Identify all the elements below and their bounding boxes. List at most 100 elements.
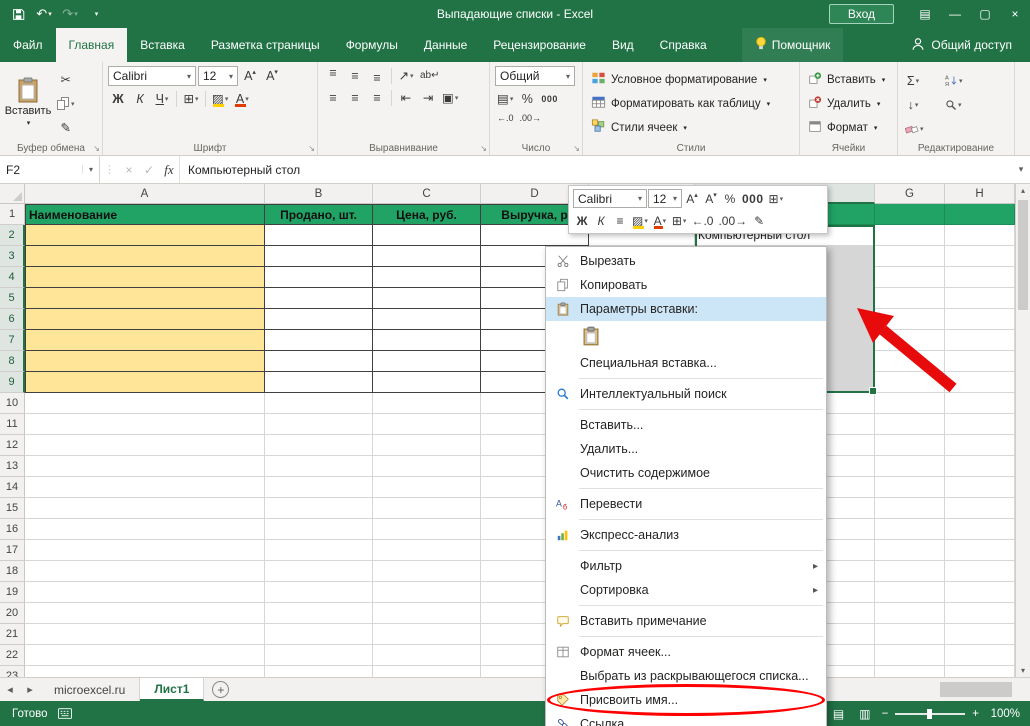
column-header-C[interactable]: C bbox=[373, 184, 481, 204]
increase-font-size-icon[interactable]: А▴ bbox=[240, 67, 260, 86]
formula-input[interactable]: Компьютерный стол bbox=[179, 156, 1012, 183]
cell-A4[interactable] bbox=[25, 267, 265, 288]
tab-view[interactable]: Вид bbox=[599, 28, 647, 62]
tab-assistant[interactable]: Помощник bbox=[742, 28, 844, 62]
cell-H6[interactable] bbox=[945, 309, 1015, 330]
cell-H22[interactable] bbox=[945, 645, 1015, 666]
cell-G4[interactable] bbox=[875, 267, 945, 288]
share-button[interactable]: Общий доступ bbox=[893, 28, 1030, 62]
number-format-select[interactable]: Общий▾ bbox=[495, 66, 575, 86]
sheet-nav-next-icon[interactable]: ▸ bbox=[20, 678, 40, 701]
cell-H16[interactable] bbox=[945, 519, 1015, 540]
cell-G1[interactable] bbox=[875, 204, 945, 225]
cell-B7[interactable] bbox=[265, 330, 373, 351]
cell-C7[interactable] bbox=[373, 330, 481, 351]
mini-bold-button[interactable]: Ж bbox=[573, 212, 591, 230]
cell-B6[interactable] bbox=[265, 309, 373, 330]
cell-G16[interactable] bbox=[875, 519, 945, 540]
cell-C6[interactable] bbox=[373, 309, 481, 330]
alignment-dialog-launcher-icon[interactable]: ↘ bbox=[480, 144, 487, 153]
cell-A15[interactable] bbox=[25, 498, 265, 519]
tab-formulas[interactable]: Формулы bbox=[333, 28, 411, 62]
cell-B21[interactable] bbox=[265, 624, 373, 645]
cell-G21[interactable] bbox=[875, 624, 945, 645]
view-page-break-icon[interactable]: ▥ bbox=[855, 705, 874, 723]
cell-C1[interactable]: Цена, руб. bbox=[373, 204, 481, 225]
cell-A6[interactable] bbox=[25, 309, 265, 330]
column-header-B[interactable]: B bbox=[265, 184, 373, 204]
mini-percent-style-icon[interactable]: % bbox=[721, 190, 739, 208]
row-header-2[interactable]: 2 bbox=[0, 225, 25, 246]
row-header-14[interactable]: 14 bbox=[0, 477, 25, 498]
cell-C9[interactable] bbox=[373, 372, 481, 393]
column-header-A[interactable]: A bbox=[25, 184, 265, 204]
zoom-level[interactable]: 100% bbox=[986, 708, 1020, 720]
cell-B5[interactable] bbox=[265, 288, 373, 309]
cell-A9[interactable] bbox=[25, 372, 265, 393]
cell-B15[interactable] bbox=[265, 498, 373, 519]
cell-G7[interactable] bbox=[875, 330, 945, 351]
zoom-slider[interactable] bbox=[895, 713, 965, 715]
cell-G23[interactable] bbox=[875, 666, 945, 677]
cell-H14[interactable] bbox=[945, 477, 1015, 498]
cell-A10[interactable] bbox=[25, 393, 265, 414]
menu-item-smart-lookup[interactable]: Интеллектуальный поиск bbox=[546, 382, 826, 406]
cell-B1[interactable]: Продано, шт. bbox=[265, 204, 373, 225]
cell-G2[interactable] bbox=[875, 225, 945, 246]
cell-H13[interactable] bbox=[945, 456, 1015, 477]
mini-font-color-icon[interactable]: А▾ bbox=[651, 212, 669, 230]
cell-C11[interactable] bbox=[373, 414, 481, 435]
conditional-formatting-button[interactable]: Условное форматирование▾ bbox=[588, 69, 795, 90]
insert-cells-button[interactable]: Вставить▾ bbox=[805, 69, 893, 90]
cell-G5[interactable] bbox=[875, 288, 945, 309]
cell-H4[interactable] bbox=[945, 267, 1015, 288]
mini-decrease-decimal-icon[interactable]: .00→ bbox=[716, 212, 749, 230]
menu-item-quick-analysis[interactable]: Экспресс-анализ bbox=[546, 523, 826, 547]
maximize-button[interactable]: ▢ bbox=[970, 0, 1000, 28]
paste-button[interactable]: Вставить ▾ bbox=[5, 66, 51, 137]
wrap-text-icon[interactable]: ab↵ bbox=[418, 66, 442, 85]
decrease-font-size-icon[interactable]: А▾ bbox=[262, 67, 282, 86]
cell-A18[interactable] bbox=[25, 561, 265, 582]
cancel-icon[interactable]: × bbox=[119, 163, 139, 177]
cell-H7[interactable] bbox=[945, 330, 1015, 351]
cell-H2[interactable] bbox=[945, 225, 1015, 246]
cell-B9[interactable] bbox=[265, 372, 373, 393]
cell-H5[interactable] bbox=[945, 288, 1015, 309]
cell-B18[interactable] bbox=[265, 561, 373, 582]
cell-G10[interactable] bbox=[875, 393, 945, 414]
italic-button[interactable]: К bbox=[130, 89, 150, 108]
cell-G19[interactable] bbox=[875, 582, 945, 603]
clipboard-dialog-launcher-icon[interactable]: ↘ bbox=[93, 144, 100, 153]
menu-item-link[interactable]: Ссылка bbox=[546, 712, 826, 726]
cell-C18[interactable] bbox=[373, 561, 481, 582]
cell-B13[interactable] bbox=[265, 456, 373, 477]
bold-button[interactable]: Ж bbox=[108, 89, 128, 108]
cell-C12[interactable] bbox=[373, 435, 481, 456]
menu-item-filter[interactable]: Фильтр▸ bbox=[546, 554, 826, 578]
minimize-button[interactable]: — bbox=[940, 0, 970, 28]
row-header-3[interactable]: 3 bbox=[0, 246, 25, 267]
cell-G22[interactable] bbox=[875, 645, 945, 666]
cell-B8[interactable] bbox=[265, 351, 373, 372]
cell-B20[interactable] bbox=[265, 603, 373, 624]
cell-H17[interactable] bbox=[945, 540, 1015, 561]
row-header-10[interactable]: 10 bbox=[0, 393, 25, 414]
zoom-in-icon[interactable]: + bbox=[972, 708, 979, 720]
cell-styles-button[interactable]: Стили ячеек▾ bbox=[588, 117, 795, 138]
column-header-G[interactable]: G bbox=[875, 184, 945, 204]
cell-H9[interactable] bbox=[945, 372, 1015, 393]
row-header-11[interactable]: 11 bbox=[0, 414, 25, 435]
cell-B17[interactable] bbox=[265, 540, 373, 561]
menu-item-paste-special[interactable]: Специальная вставка... bbox=[546, 351, 826, 375]
mini-font-size-select[interactable]: 12▾ bbox=[648, 189, 682, 208]
macro-record-icon[interactable] bbox=[58, 708, 72, 719]
menu-item-copy[interactable]: Копировать bbox=[546, 273, 826, 297]
cell-H12[interactable] bbox=[945, 435, 1015, 456]
mini-align-center-icon[interactable]: ≡ bbox=[611, 212, 629, 230]
number-dialog-launcher-icon[interactable]: ↘ bbox=[573, 144, 580, 153]
cell-B3[interactable] bbox=[265, 246, 373, 267]
close-button[interactable]: × bbox=[1000, 0, 1030, 28]
cell-B16[interactable] bbox=[265, 519, 373, 540]
cell-H11[interactable] bbox=[945, 414, 1015, 435]
